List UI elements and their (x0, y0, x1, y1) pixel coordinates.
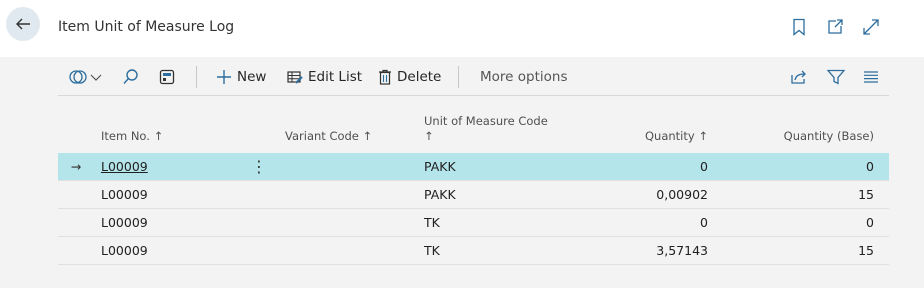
personalize-button[interactable] (159, 57, 175, 96)
quantity-base-cell: 0 (866, 159, 874, 174)
action-bar: New Edit List Delete More options (58, 57, 889, 96)
chevron-down-icon (90, 74, 102, 81)
item-no-cell[interactable]: L00009 (101, 237, 148, 265)
filter-pane-icon (69, 69, 87, 84)
page-content: New Edit List Delete More options Item N… (0, 57, 924, 288)
row-selected-arrow-icon: → (70, 159, 82, 174)
uom-code-cell: TK (424, 215, 440, 230)
uom-log-table: Item No. ↑ Variant Code ↑ Unit of Measur… (58, 97, 889, 265)
table-header: Item No. ↑ Variant Code ↑ Unit of Measur… (58, 97, 889, 153)
trash-icon (379, 69, 391, 85)
uom-code-cell: PAKK (424, 159, 456, 174)
column-header-item-no[interactable]: Item No. ↑ (101, 129, 163, 143)
item-no-cell[interactable]: L00009 (101, 209, 148, 237)
delete-button[interactable]: Delete (378, 57, 441, 96)
filter-button[interactable] (827, 57, 845, 96)
column-header-uom-code[interactable]: Unit of Measure Code (424, 114, 548, 128)
table-row[interactable]: L00009 PAKK 0,00902 15 (58, 181, 889, 209)
table-row[interactable]: → L00009 ⋮ PAKK 0 0 (58, 153, 889, 181)
share-icon (791, 70, 806, 84)
quantity-cell: 0,00902 (656, 187, 708, 202)
edit-list-button[interactable]: Edit List (287, 57, 362, 96)
item-no-cell[interactable]: L00009 (101, 153, 148, 181)
quantity-base-cell: 15 (858, 243, 874, 258)
layout-icon (159, 69, 175, 84)
quantity-base-cell: 0 (866, 215, 874, 230)
table-row[interactable]: L00009 TK 0 0 (58, 209, 889, 237)
page-title: Item Unit of Measure Log (58, 19, 235, 35)
open-in-new-window-icon[interactable] (826, 18, 844, 36)
uom-code-cell: PAKK (424, 187, 456, 202)
table-row[interactable]: L00009 TK 3,57143 15 (58, 237, 889, 265)
new-button[interactable]: New (216, 57, 266, 96)
edit-list-icon (287, 70, 303, 84)
quantity-base-cell: 15 (858, 187, 874, 202)
edit-list-button-label: Edit List (308, 68, 363, 85)
more-options-button[interactable]: More options (480, 57, 567, 96)
list-view-button[interactable] (863, 57, 879, 96)
share-button[interactable] (790, 57, 808, 96)
back-arrow-icon (16, 18, 30, 30)
row-actions-icon[interactable]: ⋮ (251, 153, 267, 181)
page-header: Item Unit of Measure Log (0, 0, 924, 57)
new-button-label: New (237, 68, 267, 85)
bookmark-icon[interactable] (790, 18, 808, 36)
column-header-uom-sort-indicator: ↑ (424, 129, 434, 143)
delete-button-label: Delete (397, 68, 442, 85)
quantity-cell: 0 (700, 159, 708, 174)
item-no-cell[interactable]: L00009 (101, 181, 148, 209)
filter-icon (827, 69, 845, 85)
search-button[interactable] (122, 57, 140, 96)
toolbar-divider (458, 66, 459, 88)
toolbar-divider (196, 66, 197, 88)
expand-icon[interactable] (862, 18, 880, 36)
uom-code-cell: TK (424, 243, 440, 258)
list-icon (864, 70, 878, 83)
column-header-variant-code[interactable]: Variant Code ↑ (285, 129, 372, 143)
back-button[interactable] (6, 7, 40, 41)
column-header-quantity[interactable]: Quantity ↑ (618, 129, 708, 143)
plus-icon (217, 69, 231, 84)
search-icon (123, 68, 138, 84)
views-menu-button[interactable] (68, 57, 102, 96)
more-options-label: More options (480, 68, 568, 85)
column-header-quantity-base[interactable]: Quantity (Base) (758, 129, 874, 143)
quantity-cell: 3,57143 (656, 243, 708, 258)
quantity-cell: 0 (700, 215, 708, 230)
